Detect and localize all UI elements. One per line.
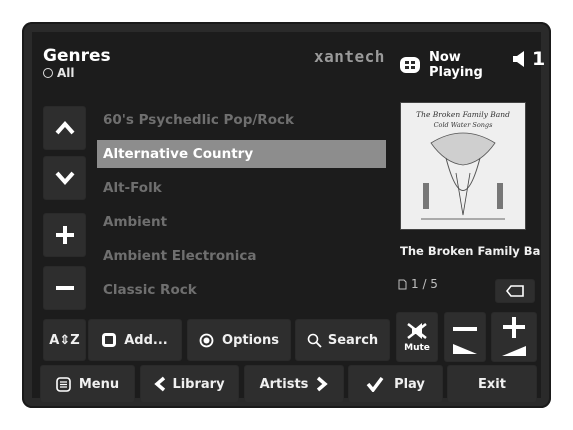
svg-text:The Broken Family Band: The Broken Family Band (416, 110, 510, 119)
mute-button[interactable]: Mute (396, 312, 438, 362)
zone-number: 1 (532, 48, 546, 70)
add-item-button[interactable] (43, 213, 86, 257)
chevron-up-icon (55, 121, 74, 135)
options-button[interactable]: Options (187, 319, 291, 361)
artists-button[interactable]: Artists (244, 365, 344, 403)
exit-button[interactable]: Exit (447, 365, 537, 403)
list-item[interactable]: Ambient Electronica (97, 239, 397, 273)
document-icon (398, 279, 407, 289)
library-button[interactable]: Library (140, 365, 239, 403)
volume-up-button[interactable] (491, 312, 537, 362)
radio-icon (199, 333, 214, 347)
scroll-up-button[interactable] (43, 106, 86, 150)
check-icon (366, 376, 384, 392)
speaker-icon (513, 51, 524, 67)
svg-text:Cold Water Songs: Cold Water Songs (434, 121, 494, 129)
volume-up-icon (502, 317, 526, 356)
volume-down-icon (453, 327, 477, 354)
mute-speaker-icon (407, 323, 427, 339)
back-tag-button[interactable] (495, 279, 535, 303)
screen: Genres All xantech Now Playing 1 60's Ps… (32, 32, 545, 403)
list-item-selected[interactable]: Alternative Country (97, 140, 386, 168)
genre-list: 60's Psychedlic Pop/Rock Alternative Cou… (97, 103, 397, 307)
plus-icon (55, 226, 74, 244)
menu-icon (56, 376, 71, 392)
volume-down-button[interactable] (444, 312, 486, 362)
album-caption: The Broken Family Ban (400, 244, 540, 258)
chevron-left-icon (154, 376, 166, 392)
page-count: 1 / 5 (411, 277, 438, 291)
mute-label: Mute (404, 343, 430, 353)
album-art-image: The Broken Family Band Cold Water Songs (401, 103, 525, 229)
now-playing-button[interactable]: Now Playing (399, 44, 509, 86)
list-item[interactable]: Alt-Folk (97, 171, 397, 205)
device-frame: Genres All xantech Now Playing 1 60's Ps… (22, 22, 551, 408)
minus-icon (55, 286, 74, 290)
chevron-down-icon (55, 171, 74, 185)
add-button[interactable]: Add... (88, 319, 182, 361)
search-icon (307, 333, 322, 348)
globe-icon (43, 68, 53, 78)
sort-button[interactable]: A⇕Z (43, 319, 86, 361)
filter-indicator: All (43, 66, 75, 80)
menu-button[interactable]: Menu (40, 365, 135, 403)
chevron-right-icon (317, 376, 329, 392)
now-playing-icon (400, 57, 420, 73)
page-indicator: 1 / 5 (398, 277, 438, 291)
brand-logo: xantech (314, 47, 385, 66)
list-item[interactable]: 60's Psychedlic Pop/Rock (97, 103, 397, 137)
play-button[interactable]: Play (348, 365, 443, 403)
page-title: Genres (43, 46, 111, 66)
now-playing-label: Now Playing (429, 50, 483, 80)
sort-label: A⇕Z (49, 332, 80, 348)
square-icon (102, 333, 117, 347)
scroll-down-button[interactable] (43, 156, 86, 200)
search-button[interactable]: Search (295, 319, 390, 361)
album-art: The Broken Family Band Cold Water Songs (400, 102, 526, 230)
list-item[interactable]: Classic Rock (97, 273, 397, 307)
zone-indicator[interactable]: 1 (512, 48, 545, 70)
remove-item-button[interactable] (43, 266, 86, 310)
list-item[interactable]: Ambient (97, 205, 397, 239)
filter-label: All (57, 66, 75, 80)
tag-icon (506, 285, 524, 297)
